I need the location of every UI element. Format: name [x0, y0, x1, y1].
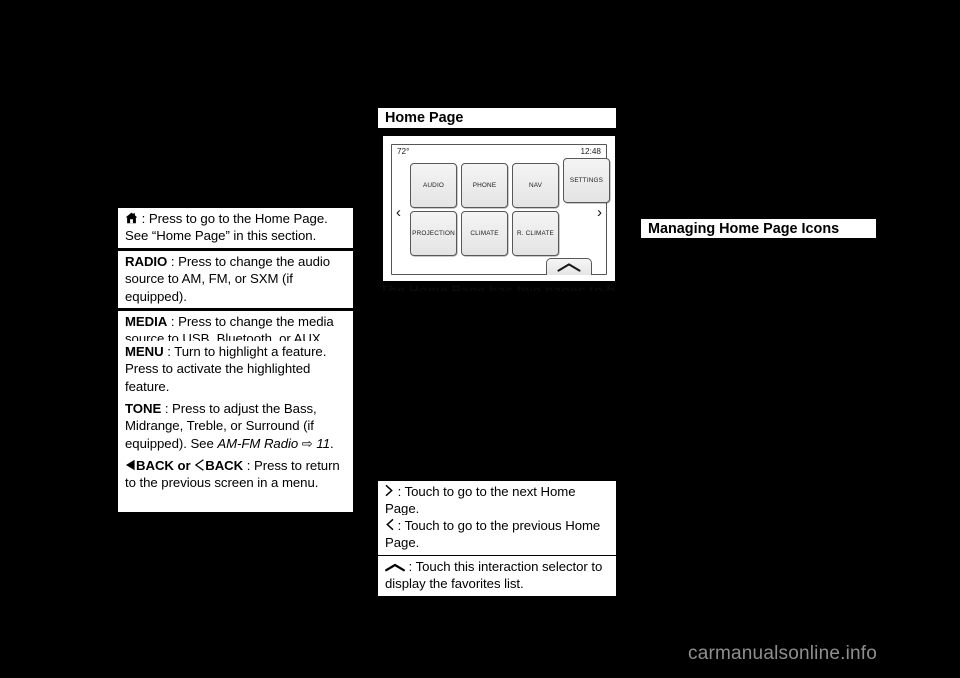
left-entry-back-label2: BACK — [205, 458, 244, 473]
left-entry-home-text: : Press to go to the Home Page. See “Hom… — [125, 211, 328, 244]
left-entry-tone-label: TONE — [125, 401, 162, 416]
tile-rear-climate-label: R. CLIMATE — [517, 230, 554, 237]
tile-row-2: PROJECTION CLIMATE R. CLIMATE — [410, 211, 559, 256]
left-entry-menu: MENU : Turn to highlight a feature. Pres… — [118, 341, 353, 398]
tile-audio-label: AUDIO — [423, 182, 444, 189]
previous-page-chevron-icon[interactable]: ‹ — [396, 205, 401, 220]
tile-rear-climate[interactable]: R. CLIMATE — [512, 211, 559, 256]
figure-caption-obscured: The Home Page has two pages to hold — [380, 282, 616, 291]
left-entry-radio: RADIO : Press to change the audio source… — [118, 251, 353, 308]
back-triangle-icon — [125, 459, 136, 471]
left-entry-home: : Press to go to the Home Page. See “Hom… — [118, 208, 353, 248]
home-page-figure: 72° 12:48 AUDIO PHONE NAV SETTINGS PROJE… — [383, 136, 615, 281]
favorites-interaction-selector[interactable] — [546, 258, 592, 275]
home-page-heading-label: Home Page — [385, 110, 464, 126]
temperature-readout: 72° — [397, 147, 410, 156]
caret-up-icon — [557, 262, 581, 272]
middle-entry-favorites-text: : Touch this interaction selector to dis… — [385, 559, 603, 592]
left-entry-media-label: MEDIA — [125, 314, 168, 329]
managing-home-page-icons-heading: Managing Home Page Icons — [641, 219, 876, 240]
tile-nav[interactable]: NAV — [512, 163, 559, 208]
left-entry-back: BACK or BACK : Press to return to the pr… — [118, 455, 353, 512]
left-entry-tone-page: 11 — [316, 435, 331, 451]
site-watermark-text: carmanualsonline.info — [688, 643, 878, 664]
home-icon — [125, 212, 138, 224]
tile-nav-label: NAV — [528, 182, 543, 189]
managing-home-page-icons-label: Managing Home Page Icons — [648, 221, 840, 237]
tile-audio[interactable]: AUDIO — [410, 163, 457, 208]
middle-entry-favorites: : Touch this interaction selector to dis… — [378, 556, 616, 596]
clock-readout: 12:48 — [580, 147, 602, 156]
left-entry-back-label: BACK or — [136, 458, 191, 473]
caret-up-icon — [385, 563, 405, 572]
touchscreen-display: 72° 12:48 AUDIO PHONE NAV SETTINGS PROJE… — [391, 144, 610, 275]
back-chevron-icon — [194, 459, 205, 471]
left-entry-menu-label: MENU — [125, 344, 164, 359]
tile-phone[interactable]: PHONE — [461, 163, 508, 208]
tile-projection-label: PROJECTION — [412, 230, 455, 237]
manual-page: : Press to go to the Home Page. See “Hom… — [0, 0, 960, 678]
middle-entry-next-page-text: : Touch to go to the next Home Page. — [385, 484, 576, 517]
home-page-heading: Home Page — [378, 108, 616, 130]
middle-entry-previous-page: : Touch to go to the previous Home Page. — [378, 515, 616, 555]
home-page-tile-grid: AUDIO PHONE NAV SETTINGS PROJECTION CLIM… — [410, 158, 610, 268]
tile-climate[interactable]: CLIMATE — [461, 211, 508, 256]
tile-settings-label: SETTINGS — [569, 177, 604, 184]
left-entry-tone-reference: AM-FM Radio — [217, 435, 299, 451]
tile-settings[interactable]: SETTINGS — [563, 158, 610, 203]
tile-row-1: AUDIO PHONE NAV SETTINGS — [410, 158, 610, 208]
figure-caption-text: The Home Page has two pages to hold — [380, 282, 616, 291]
left-entry-radio-label: RADIO — [125, 254, 168, 269]
left-entry-tone-text-after: . — [330, 435, 334, 451]
chevron-right-icon — [385, 484, 394, 497]
next-page-chevron-icon[interactable]: › — [597, 205, 602, 220]
left-entry-tone: TONE : Press to adjust the Bass, Midrang… — [118, 398, 353, 455]
chevron-left-icon — [385, 518, 394, 531]
tile-phone-label: PHONE — [472, 182, 497, 189]
tile-climate-label: CLIMATE — [470, 230, 499, 237]
tile-projection[interactable]: PROJECTION — [410, 211, 457, 256]
page-arrow-icon: ⇨ — [301, 435, 313, 451]
middle-entry-previous-page-text: : Touch to go to the previous Home Page. — [385, 518, 601, 551]
site-watermark: carmanualsonline.info — [688, 643, 877, 665]
